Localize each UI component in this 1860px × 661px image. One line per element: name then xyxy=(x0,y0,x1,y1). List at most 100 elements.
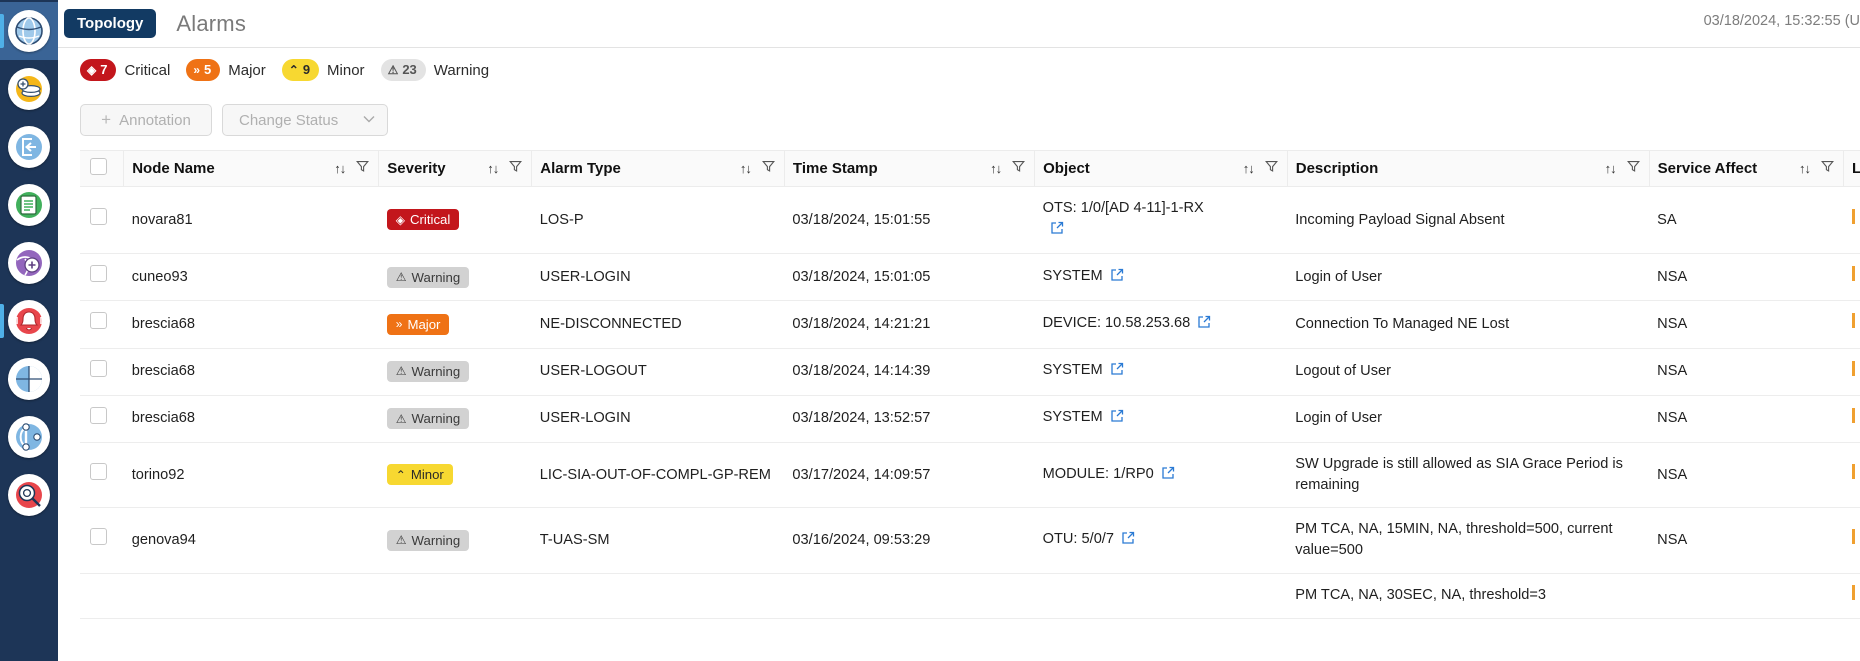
object-value: OTU: 5/0/7 xyxy=(1042,530,1114,547)
sidebar-item-search-network[interactable] xyxy=(0,466,58,524)
row-select-cell xyxy=(80,348,124,396)
external-link-icon[interactable] xyxy=(1110,409,1124,430)
cell-object: SYSTEM xyxy=(1034,253,1288,302)
table-row[interactable]: PM TCA, NA, 30SEC, NA, threshold=3 xyxy=(80,573,1860,619)
change-status-label: Change Status xyxy=(239,111,339,129)
sort-icon[interactable]: ↑↓ xyxy=(990,161,1002,176)
column-header-severity[interactable]: Severity ↑↓ xyxy=(378,150,532,187)
cell-service-affect: NSA xyxy=(1649,348,1844,396)
cell-node-name: brescia68 xyxy=(123,395,379,443)
table-row[interactable]: genova94 ⚠ Warning T-UAS-SM 03/16/2024, 09:5… xyxy=(80,507,1860,574)
add-annotation-button[interactable]: + Annotation xyxy=(80,104,212,136)
external-link-icon[interactable] xyxy=(1161,466,1175,487)
cell-alarm-type: NE-DISCONNECTED xyxy=(531,300,785,349)
row-select-cell xyxy=(80,573,124,619)
column-header-description[interactable]: Description ↑↓ xyxy=(1286,150,1650,187)
external-link-icon[interactable] xyxy=(1050,221,1064,242)
table-row[interactable]: brescia68 ⚠ Warning USER-LOGIN 03/18/2024, 1… xyxy=(80,395,1860,443)
table-row[interactable]: cuneo93 ⚠ Warning USER-LOGIN 03/18/2024, 15:… xyxy=(80,253,1860,302)
sidebar-item-add-network-element[interactable] xyxy=(0,234,58,292)
change-status-dropdown[interactable]: Change Status xyxy=(222,104,388,136)
location-marker-icon xyxy=(1851,360,1855,376)
cell-severity xyxy=(378,573,532,619)
cell-node-name: torino92 xyxy=(123,442,379,509)
external-link-icon[interactable] xyxy=(1121,531,1135,552)
row-select-cell xyxy=(80,507,124,574)
table-row[interactable]: brescia68 » Major NE-DISCONNECTED 03/18/2024… xyxy=(80,300,1860,349)
severity-glyph-icon: ⚠ xyxy=(395,364,407,379)
cell-service-affect: NSA xyxy=(1649,395,1844,443)
table-row[interactable]: torino92 ⌃ Minor LIC-SIA-OUT-OF-COMPL-GP-RE… xyxy=(80,442,1860,509)
sidebar-item-import-export[interactable] xyxy=(0,118,58,176)
sidebar-item-service-provisioning[interactable] xyxy=(0,60,58,118)
alarms-table-head: Node Name ↑↓ Severity ↑↓ Alarm Type ↑↓ Time St… xyxy=(80,150,1860,187)
action-toolbar: + Annotation Change Status xyxy=(58,92,1860,150)
filter-icon[interactable] xyxy=(1821,160,1834,177)
select-all-checkbox[interactable] xyxy=(90,158,107,175)
column-header-time-stamp[interactable]: Time Stamp ↑↓ xyxy=(783,150,1035,187)
cell-time-stamp: 03/18/2024, 15:01:05 xyxy=(784,253,1035,302)
filter-icon[interactable] xyxy=(761,160,775,177)
filter-icon[interactable] xyxy=(509,160,523,177)
row-select-cell xyxy=(80,186,124,255)
sidebar-item-connections[interactable] xyxy=(0,408,58,466)
sort-icon[interactable]: ↑↓ xyxy=(1243,161,1255,176)
cell-description: Logout of User xyxy=(1287,348,1650,396)
severity-chip-minor[interactable]: ⌃ 9 xyxy=(281,59,320,81)
cell-node-name: novara81 xyxy=(123,186,379,255)
cell-location-truncated xyxy=(1843,348,1860,396)
coins-plus-icon xyxy=(8,68,50,110)
column-header-object[interactable]: Object ↑↓ xyxy=(1034,150,1288,187)
column-header-node-name[interactable]: Node Name ↑↓ xyxy=(123,150,379,187)
sidebar-item-inventory-reports[interactable] xyxy=(0,176,58,234)
status-badge: ◈ Critical xyxy=(386,209,460,231)
filter-icon[interactable] xyxy=(1264,160,1278,177)
external-link-icon[interactable] xyxy=(1110,362,1124,383)
sort-icon[interactable]: ↑↓ xyxy=(1605,161,1617,176)
column-header-l[interactable]: L↑↓ xyxy=(1843,150,1860,187)
severity-glyph-icon: ◈ xyxy=(87,62,97,77)
external-link-icon[interactable] xyxy=(1197,315,1211,336)
cell-node-name xyxy=(123,573,379,619)
row-checkbox[interactable] xyxy=(90,265,107,283)
cell-time-stamp: 03/17/2024, 14:09:57 xyxy=(784,442,1035,509)
sidebar-item-performance[interactable] xyxy=(0,350,58,408)
tab-alarms[interactable]: Alarms xyxy=(176,11,246,37)
tab-topology[interactable]: Topology xyxy=(64,9,157,38)
external-link-icon[interactable] xyxy=(1110,268,1124,289)
column-header-label: Description xyxy=(1295,160,1379,177)
globe-icon xyxy=(8,10,50,52)
row-checkbox[interactable] xyxy=(90,406,107,424)
table-row[interactable]: novara81 ◈ Critical LOS-P 03/18/2024, 15:01:… xyxy=(80,186,1860,255)
filter-icon[interactable] xyxy=(1012,160,1026,177)
severity-count: 23 xyxy=(402,62,417,78)
column-header-alarm-type[interactable]: Alarm Type ↑↓ xyxy=(531,150,785,187)
row-checkbox[interactable] xyxy=(90,312,107,330)
sort-icon[interactable]: ↑↓ xyxy=(1799,161,1811,176)
row-checkbox[interactable] xyxy=(90,463,107,481)
sidebar-item-alarms[interactable] xyxy=(0,292,58,350)
severity-chip-major[interactable]: » 5 xyxy=(186,59,221,81)
row-checkbox[interactable] xyxy=(90,208,107,226)
filter-icon[interactable] xyxy=(356,160,370,177)
row-checkbox[interactable] xyxy=(90,528,107,546)
main-content: Topology Alarms 03/18/2024, 15:32:55 (U … xyxy=(58,0,1860,661)
column-header-label: Severity xyxy=(387,160,446,177)
column-header-service-affect[interactable]: Service Affect ↑↓ xyxy=(1648,150,1844,187)
row-checkbox[interactable] xyxy=(90,359,107,377)
severity-chip-critical[interactable]: ◈ 7 xyxy=(80,59,117,81)
cell-alarm-type xyxy=(531,573,785,619)
severity-badge-label: Warning xyxy=(411,269,461,285)
severity-label-minor: Minor xyxy=(327,61,365,79)
swirl-plus-icon xyxy=(8,242,50,284)
sort-icon[interactable]: ↑↓ xyxy=(334,161,346,176)
sidebar-item-topology[interactable] xyxy=(0,2,58,60)
cell-alarm-type: USER-LOGIN xyxy=(531,253,785,302)
severity-chip-warning[interactable]: ⚠ 23 xyxy=(380,59,426,81)
cell-description: Login of User xyxy=(1287,253,1650,302)
sort-icon[interactable]: ↑↓ xyxy=(740,161,752,176)
cell-severity: ◈ Critical xyxy=(378,186,532,255)
table-row[interactable]: brescia68 ⚠ Warning USER-LOGOUT 03/18/2024, … xyxy=(80,348,1860,396)
sort-icon[interactable]: ↑↓ xyxy=(487,161,499,176)
filter-icon[interactable] xyxy=(1626,160,1640,177)
